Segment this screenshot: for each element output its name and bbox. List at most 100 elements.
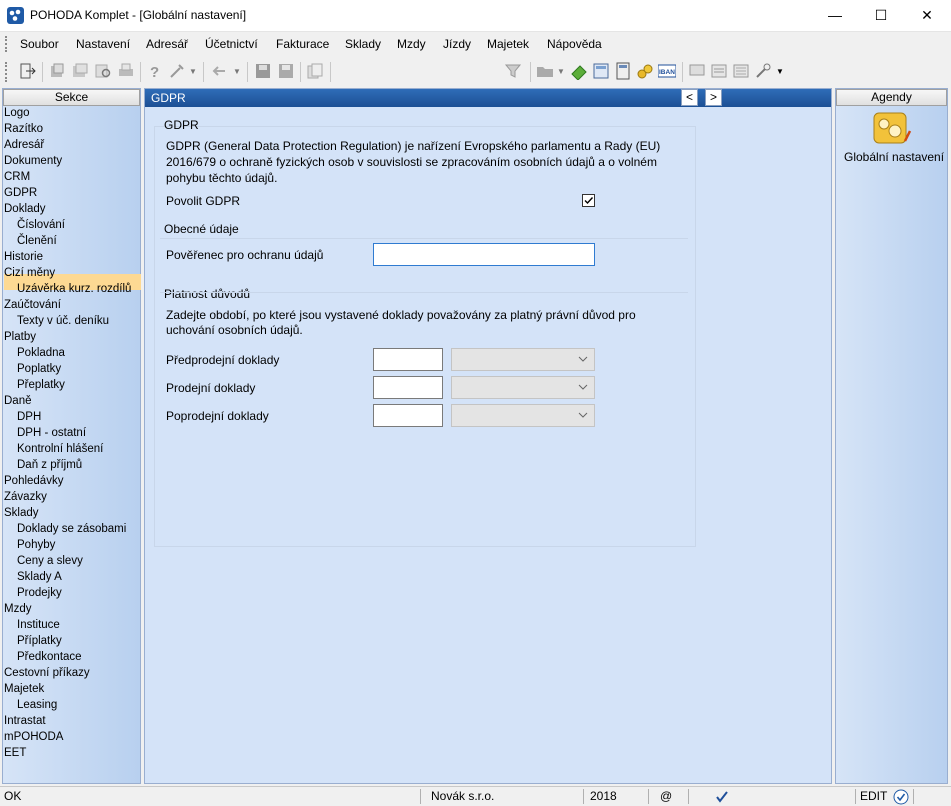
duplicate-icon[interactable] bbox=[306, 62, 324, 80]
prev-section-button[interactable]: < bbox=[681, 89, 698, 106]
minimize-button[interactable]: — bbox=[812, 0, 858, 31]
menu-soubor[interactable]: Soubor bbox=[20, 37, 59, 51]
money-icon[interactable] bbox=[570, 62, 588, 80]
next-section-button[interactable]: > bbox=[705, 89, 722, 106]
coins-icon[interactable] bbox=[636, 62, 654, 80]
back-icon[interactable] bbox=[210, 62, 228, 80]
sidebar-item-38[interactable]: Intrastat bbox=[4, 715, 46, 727]
sidebar-item-35[interactable]: Cestovní příkazy bbox=[4, 667, 90, 679]
sidebar-item-23[interactable]: Pohledávky bbox=[4, 475, 63, 487]
aftersale-docs-unit-select[interactable] bbox=[451, 404, 595, 427]
sidebar-item-5[interactable]: GDPR bbox=[4, 187, 37, 199]
title-bar: POHODA Komplet - [Globální nastavení] — … bbox=[0, 0, 951, 32]
sidebar-item-2[interactable]: Adresář bbox=[4, 139, 44, 151]
enable-gdpr-label: Povolit GDPR bbox=[166, 194, 241, 208]
save-as-icon[interactable] bbox=[277, 62, 295, 80]
sidebar-item-19[interactable]: DPH bbox=[17, 411, 41, 423]
sidebar-item-27[interactable]: Pohyby bbox=[17, 539, 55, 551]
sidebar-item-1[interactable]: Razítko bbox=[4, 123, 43, 135]
sidebar-item-37[interactable]: Leasing bbox=[17, 699, 57, 711]
menu-napoveda[interactable]: Nápověda bbox=[547, 37, 602, 51]
sidebar-item-31[interactable]: Mzdy bbox=[4, 603, 31, 615]
global-settings-label[interactable]: Globální nastavení bbox=[844, 150, 944, 164]
sidebar-item-0[interactable]: Logo bbox=[4, 107, 30, 119]
print-icon[interactable] bbox=[117, 62, 135, 80]
menu-mzdy[interactable]: Mzdy bbox=[397, 37, 426, 51]
aftersale-docs-period-input[interactable] bbox=[373, 404, 443, 427]
records-icon[interactable] bbox=[71, 62, 89, 80]
sidebar-item-30[interactable]: Prodejky bbox=[17, 587, 62, 599]
sidebar-item-4[interactable]: CRM bbox=[4, 171, 30, 183]
folder-icon[interactable] bbox=[536, 62, 554, 80]
sidebar-item-21[interactable]: Kontrolní hlášení bbox=[17, 443, 103, 455]
maximize-button[interactable]: ☐ bbox=[858, 0, 904, 31]
sidebar-item-18[interactable]: Daně bbox=[4, 395, 32, 407]
global-settings-icon[interactable] bbox=[873, 111, 913, 147]
sidebar-item-12[interactable]: Zaúčtování bbox=[4, 299, 61, 311]
copy-record-icon[interactable] bbox=[48, 62, 66, 80]
form-icon[interactable] bbox=[732, 62, 750, 80]
tools-icon[interactable] bbox=[168, 62, 186, 80]
menu-ucetnictvi[interactable]: Účetnictví bbox=[205, 37, 258, 51]
calculator-icon[interactable] bbox=[592, 62, 610, 80]
exit-icon[interactable] bbox=[18, 62, 36, 80]
settings-wizard-icon[interactable] bbox=[754, 62, 772, 80]
sidebar-item-13[interactable]: Texty v úč. deníku bbox=[17, 315, 109, 327]
sales-docs-period-input[interactable] bbox=[373, 376, 443, 399]
content-header-title: GDPR bbox=[151, 91, 186, 105]
menu-jizdy[interactable]: Jízdy bbox=[443, 37, 471, 51]
sidebar-item-6[interactable]: Doklady bbox=[4, 203, 46, 215]
sidebar-item-32[interactable]: Instituce bbox=[17, 619, 60, 631]
sidebar-item-16[interactable]: Poplatky bbox=[17, 363, 61, 375]
sales-docs-unit-select[interactable] bbox=[451, 376, 595, 399]
checkmark-icon bbox=[584, 197, 594, 205]
ok-circle-icon bbox=[893, 789, 909, 805]
message-icon[interactable] bbox=[688, 62, 706, 80]
sidebar-item-24[interactable]: Závazky bbox=[4, 491, 47, 503]
menu-adresar[interactable]: Adresář bbox=[146, 37, 188, 51]
sidebar-item-28[interactable]: Ceny a slevy bbox=[17, 555, 83, 567]
gdpr-description-line1: GDPR (General Data Protection Regulation… bbox=[166, 139, 661, 153]
sidebar-item-10[interactable]: Cizí měny bbox=[4, 267, 55, 279]
iban-icon[interactable]: IBAN bbox=[658, 62, 676, 80]
sidebar-item-15[interactable]: Pokladna bbox=[17, 347, 65, 359]
menu-sklady[interactable]: Sklady bbox=[345, 37, 381, 51]
sidebar-item-7[interactable]: Číslování bbox=[17, 219, 65, 231]
find-record-icon[interactable] bbox=[94, 62, 112, 80]
sidebar-item-25[interactable]: Sklady bbox=[4, 507, 39, 519]
sidebar-item-17[interactable]: Přeplatky bbox=[17, 379, 65, 391]
sidebar-item-40[interactable]: EET bbox=[4, 747, 26, 759]
officer-input[interactable] bbox=[373, 243, 595, 266]
sidebar-item-39[interactable]: mPOHODA bbox=[4, 731, 63, 743]
sidebar-item-14[interactable]: Platby bbox=[4, 331, 36, 343]
sidebar-item-9[interactable]: Historie bbox=[4, 251, 43, 263]
menu-nastaveni[interactable]: Nastavení bbox=[76, 37, 130, 51]
save-icon[interactable] bbox=[254, 62, 272, 80]
sidebar-item-33[interactable]: Příplatky bbox=[17, 635, 62, 647]
sections-header: Sekce bbox=[3, 89, 140, 106]
calculator2-icon[interactable] bbox=[614, 62, 632, 80]
sidebar-item-36[interactable]: Majetek bbox=[4, 683, 44, 695]
presale-docs-period-input[interactable] bbox=[373, 348, 443, 371]
menu-fakturace[interactable]: Fakturace bbox=[276, 37, 329, 51]
list-icon[interactable] bbox=[710, 62, 728, 80]
menu-grip bbox=[5, 36, 10, 52]
sidebar-item-22[interactable]: Daň z příjmů bbox=[17, 459, 82, 471]
officer-label: Pověřenec pro ochranu údajů bbox=[166, 248, 324, 262]
status-mode: EDIT bbox=[860, 789, 888, 803]
sidebar-item-11[interactable]: Uzávěrka kurz. rozdílů bbox=[17, 283, 131, 295]
aftersale-docs-label: Poprodejní doklady bbox=[166, 409, 269, 423]
sidebar-item-29[interactable]: Sklady A bbox=[17, 571, 62, 583]
sidebar-item-34[interactable]: Předkontace bbox=[17, 651, 82, 663]
enable-gdpr-checkbox[interactable] bbox=[582, 194, 595, 207]
filter-icon[interactable] bbox=[504, 62, 522, 80]
presale-docs-unit-select[interactable] bbox=[451, 348, 595, 371]
sidebar-item-20[interactable]: DPH - ostatní bbox=[17, 427, 86, 439]
sidebar-item-26[interactable]: Doklady se zásobami bbox=[17, 523, 126, 535]
sidebar-item-8[interactable]: Členění bbox=[17, 235, 57, 247]
sidebar-item-3[interactable]: Dokumenty bbox=[4, 155, 62, 167]
help-icon[interactable]: ? bbox=[146, 62, 164, 80]
close-button[interactable]: ✕ bbox=[904, 0, 950, 31]
menu-majetek[interactable]: Majetek bbox=[487, 37, 529, 51]
content-header: GDPR < > bbox=[145, 89, 831, 107]
